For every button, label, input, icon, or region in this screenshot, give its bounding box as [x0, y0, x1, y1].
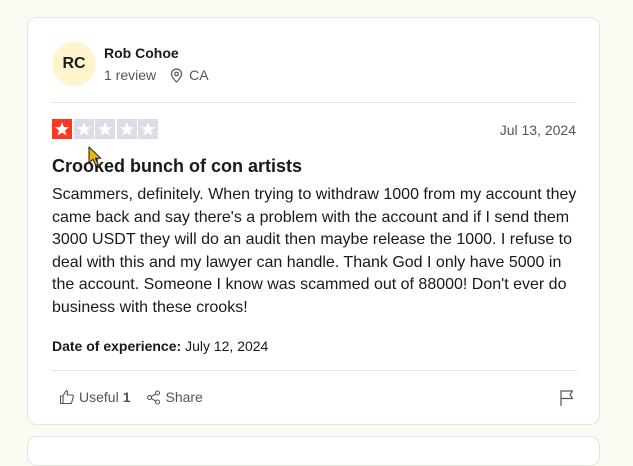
- useful-count: 1: [122, 389, 131, 405]
- review-card: RC Rob Cohoe 1 review CA Jul 13, 2024 Cr…: [27, 17, 600, 425]
- next-review-card: [27, 436, 600, 466]
- mouse-cursor-icon: [88, 146, 102, 166]
- consumer-location: CA: [170, 66, 209, 84]
- star-filled: [52, 119, 72, 139]
- experience-label: Date of experience:: [52, 338, 182, 354]
- review-actions: Useful 1 Share: [59, 389, 219, 405]
- star-empty: [73, 119, 94, 139]
- review-count: 1 review: [104, 67, 157, 83]
- consumer-info: Rob Cohoe 1 review CA: [104, 44, 209, 84]
- star-rating: [52, 119, 160, 139]
- consumer-header: RC Rob Cohoe 1 review CA: [52, 42, 209, 86]
- thumbs-up-icon: [59, 390, 74, 405]
- share-label: Share: [165, 389, 203, 405]
- footer-divider: [52, 370, 577, 371]
- star-empty: [138, 119, 158, 139]
- share-icon: [147, 389, 161, 405]
- useful-label: Useful: [79, 389, 119, 405]
- flag-icon: [560, 390, 574, 406]
- experience-date: July 12, 2024: [185, 338, 269, 354]
- review-date: Jul 13, 2024: [499, 122, 576, 138]
- header-divider: [52, 102, 577, 103]
- star-empty: [95, 119, 115, 139]
- share-button[interactable]: Share: [146, 389, 203, 405]
- avatar[interactable]: RC: [52, 42, 96, 86]
- consumer-meta: 1 review CA: [104, 66, 209, 84]
- report-button[interactable]: [559, 389, 575, 412]
- country-code: CA: [189, 67, 209, 83]
- star-empty: [116, 119, 137, 139]
- date-of-experience: Date of experience: July 12, 2024: [52, 337, 268, 355]
- review-body: Scammers, definitely. When trying to wit…: [52, 186, 577, 316]
- consumer-name[interactable]: Rob Cohoe: [104, 44, 209, 62]
- location-pin-icon: [171, 67, 183, 83]
- useful-button[interactable]: Useful 1: [59, 389, 130, 405]
